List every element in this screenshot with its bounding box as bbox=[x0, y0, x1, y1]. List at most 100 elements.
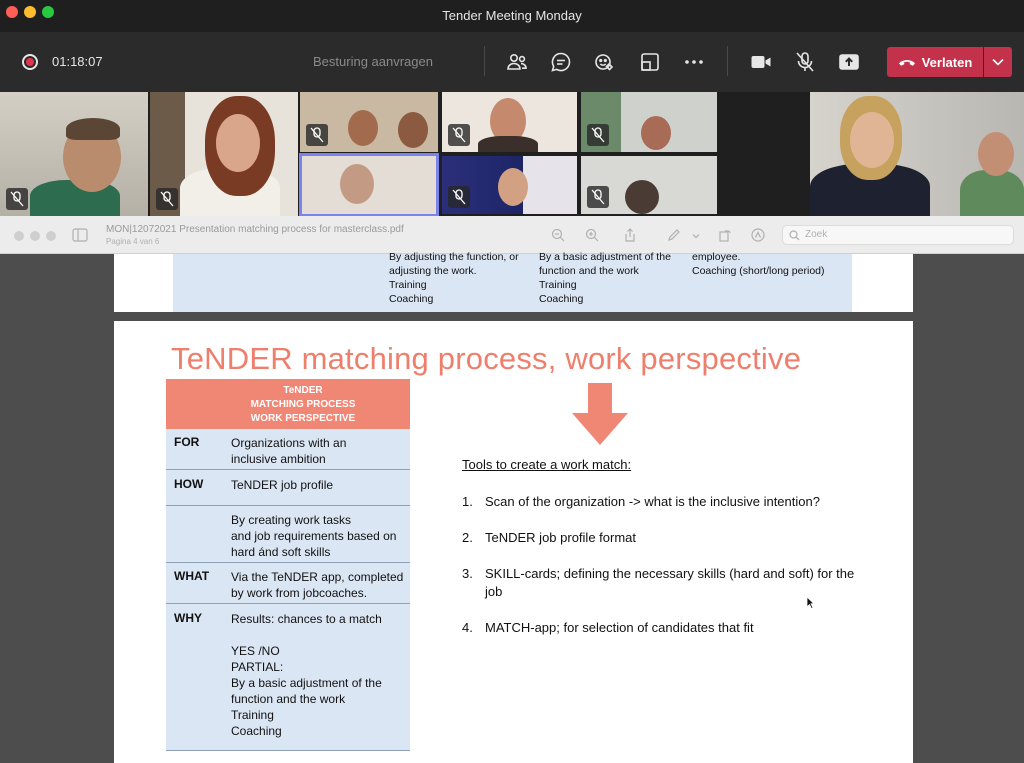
down-arrow-icon bbox=[572, 383, 628, 445]
participant-video[interactable] bbox=[0, 92, 148, 216]
participant-video-room[interactable] bbox=[810, 92, 1024, 216]
row-value-how-detail: By creating work tasks and job requireme… bbox=[231, 512, 396, 560]
row-divider bbox=[166, 505, 410, 506]
sidebar-toggle-icon[interactable] bbox=[72, 228, 88, 244]
text-line: Training bbox=[539, 279, 577, 291]
leave-options-button[interactable] bbox=[984, 47, 1012, 77]
pdf-page-previous: By adjusting the function, or adjusting … bbox=[114, 251, 913, 312]
list-text: SKILL-cards; defining the necessary skil… bbox=[485, 565, 885, 601]
row-key-how: HOW bbox=[174, 477, 204, 491]
participant-video[interactable] bbox=[300, 92, 438, 152]
document-title: MON|12072021 Presentation matching proce… bbox=[106, 224, 404, 235]
table-header-line: TeNDER bbox=[283, 385, 323, 396]
list-text: TeNDER job profile format bbox=[485, 529, 885, 547]
zoom-in-icon[interactable] bbox=[585, 228, 601, 244]
viewer-minimize-button[interactable] bbox=[30, 231, 40, 241]
text-line: Coaching bbox=[389, 293, 434, 305]
previous-page-col2: By a basic adjustment of the function an… bbox=[539, 250, 671, 306]
viewer-close-button[interactable] bbox=[14, 231, 24, 241]
row-divider bbox=[166, 750, 410, 751]
text-line: function and the work bbox=[539, 265, 639, 277]
search-input[interactable]: Zoek bbox=[782, 225, 1014, 245]
participant-video[interactable] bbox=[150, 92, 298, 216]
text-line: SKILL-cards; defining the necessary skil… bbox=[485, 566, 855, 581]
request-control-button[interactable]: Besturing aanvragen bbox=[313, 54, 433, 69]
row-key-what: WHAT bbox=[174, 569, 210, 583]
text-line: Via the TeNDER app, completed bbox=[231, 570, 404, 584]
text-line: TeNDER job profile bbox=[231, 478, 334, 492]
text-line: function and the work bbox=[231, 692, 346, 706]
phone-hangup-icon bbox=[898, 60, 915, 66]
row-value-for: Organizations with an inclusive ambition bbox=[231, 435, 346, 467]
text-line: TeNDER job profile format bbox=[485, 530, 636, 545]
search-icon bbox=[789, 230, 800, 241]
text-line: By a basic adjustment of the bbox=[539, 251, 671, 263]
more-icon[interactable] bbox=[682, 50, 706, 74]
toolbar-divider bbox=[727, 46, 728, 76]
text-line: job bbox=[485, 584, 503, 599]
tools-heading: Tools to create a work match: bbox=[462, 457, 632, 472]
row-value-what: Via the TeNDER app, completed by work fr… bbox=[231, 569, 403, 601]
mic-off-icon bbox=[156, 188, 178, 210]
pdf-toolbar: MON|12072021 Presentation matching proce… bbox=[0, 216, 1024, 254]
text-line: PARTIAL: bbox=[231, 660, 284, 674]
chevron-down-icon bbox=[992, 58, 1004, 66]
previous-page-col1: By adjusting the function, or adjusting … bbox=[389, 250, 519, 306]
meeting-timer: 01:18:07 bbox=[52, 54, 103, 69]
mic-off-icon bbox=[587, 186, 609, 208]
slide-title: TeNDER matching process, work perspectiv… bbox=[171, 341, 802, 376]
participant-video[interactable] bbox=[581, 156, 717, 214]
chevron-down-icon[interactable] bbox=[691, 228, 707, 244]
list-text: MATCH-app; for selection of candidates t… bbox=[485, 619, 885, 637]
row-value-how: TeNDER job profile bbox=[231, 477, 333, 493]
participant-video[interactable] bbox=[442, 92, 577, 152]
camera-icon[interactable] bbox=[749, 50, 773, 74]
text-line: By a basic adjustment of the bbox=[231, 676, 382, 690]
document-page-indicator: Pagina 4 van 6 bbox=[106, 237, 160, 246]
annotate-icon[interactable] bbox=[751, 228, 767, 244]
text-line: employee. bbox=[692, 251, 741, 263]
row-value-why: Results: chances to a match YES /NO PART… bbox=[231, 611, 382, 739]
text-line: Coaching bbox=[539, 293, 584, 305]
text-line: and job requirements based on bbox=[231, 529, 397, 543]
text-line: inclusive ambition bbox=[231, 452, 326, 466]
share-icon[interactable] bbox=[837, 50, 861, 74]
mic-off-icon bbox=[6, 188, 28, 210]
list-number: 3. bbox=[462, 566, 473, 581]
leave-button[interactable]: Verlaten bbox=[887, 47, 983, 77]
zoom-out-icon[interactable] bbox=[551, 228, 567, 244]
participant-video-active-speaker[interactable] bbox=[299, 153, 439, 217]
video-strip bbox=[0, 92, 1024, 217]
mic-off-icon[interactable] bbox=[793, 50, 817, 74]
participants-icon[interactable] bbox=[505, 50, 529, 74]
rooms-icon[interactable] bbox=[638, 50, 662, 74]
shared-pdf-viewer: MON|12072021 Presentation matching proce… bbox=[0, 216, 1024, 763]
pdf-page-current: TeNDER matching process, work perspectiv… bbox=[114, 321, 913, 763]
list-number: 2. bbox=[462, 530, 473, 545]
text-line: Training bbox=[231, 708, 274, 722]
mic-off-icon bbox=[448, 124, 470, 146]
row-divider bbox=[166, 603, 410, 604]
participant-video[interactable] bbox=[442, 156, 577, 214]
search-placeholder: Zoek bbox=[805, 229, 828, 240]
list-text: Scan of the organization -> what is the … bbox=[485, 493, 885, 511]
leave-label: Verlaten bbox=[921, 54, 973, 70]
markup-pen-icon[interactable] bbox=[667, 228, 683, 244]
row-key-why: WHY bbox=[174, 611, 202, 625]
text-line: by work from jobcoaches. bbox=[231, 586, 368, 600]
viewer-zoom-button[interactable] bbox=[46, 231, 56, 241]
participant-video[interactable] bbox=[581, 92, 717, 152]
previous-page-col3: employee. Coaching (short/long period) bbox=[692, 250, 825, 278]
text-line bbox=[231, 627, 382, 643]
mic-off-icon bbox=[306, 124, 328, 146]
text-line: YES /NO bbox=[231, 644, 280, 658]
reactions-icon[interactable] bbox=[593, 50, 617, 74]
window-titlebar: Tender Meeting Monday bbox=[0, 0, 1024, 32]
toolbar-divider bbox=[484, 46, 485, 76]
rotate-icon[interactable] bbox=[718, 228, 734, 244]
chat-icon[interactable] bbox=[549, 50, 573, 74]
text-line: adjusting the work. bbox=[389, 265, 477, 277]
text-line: Results: chances to a match bbox=[231, 612, 382, 626]
share-icon[interactable] bbox=[623, 228, 639, 244]
text-line: Scan of the organization -> what is the … bbox=[485, 494, 820, 509]
